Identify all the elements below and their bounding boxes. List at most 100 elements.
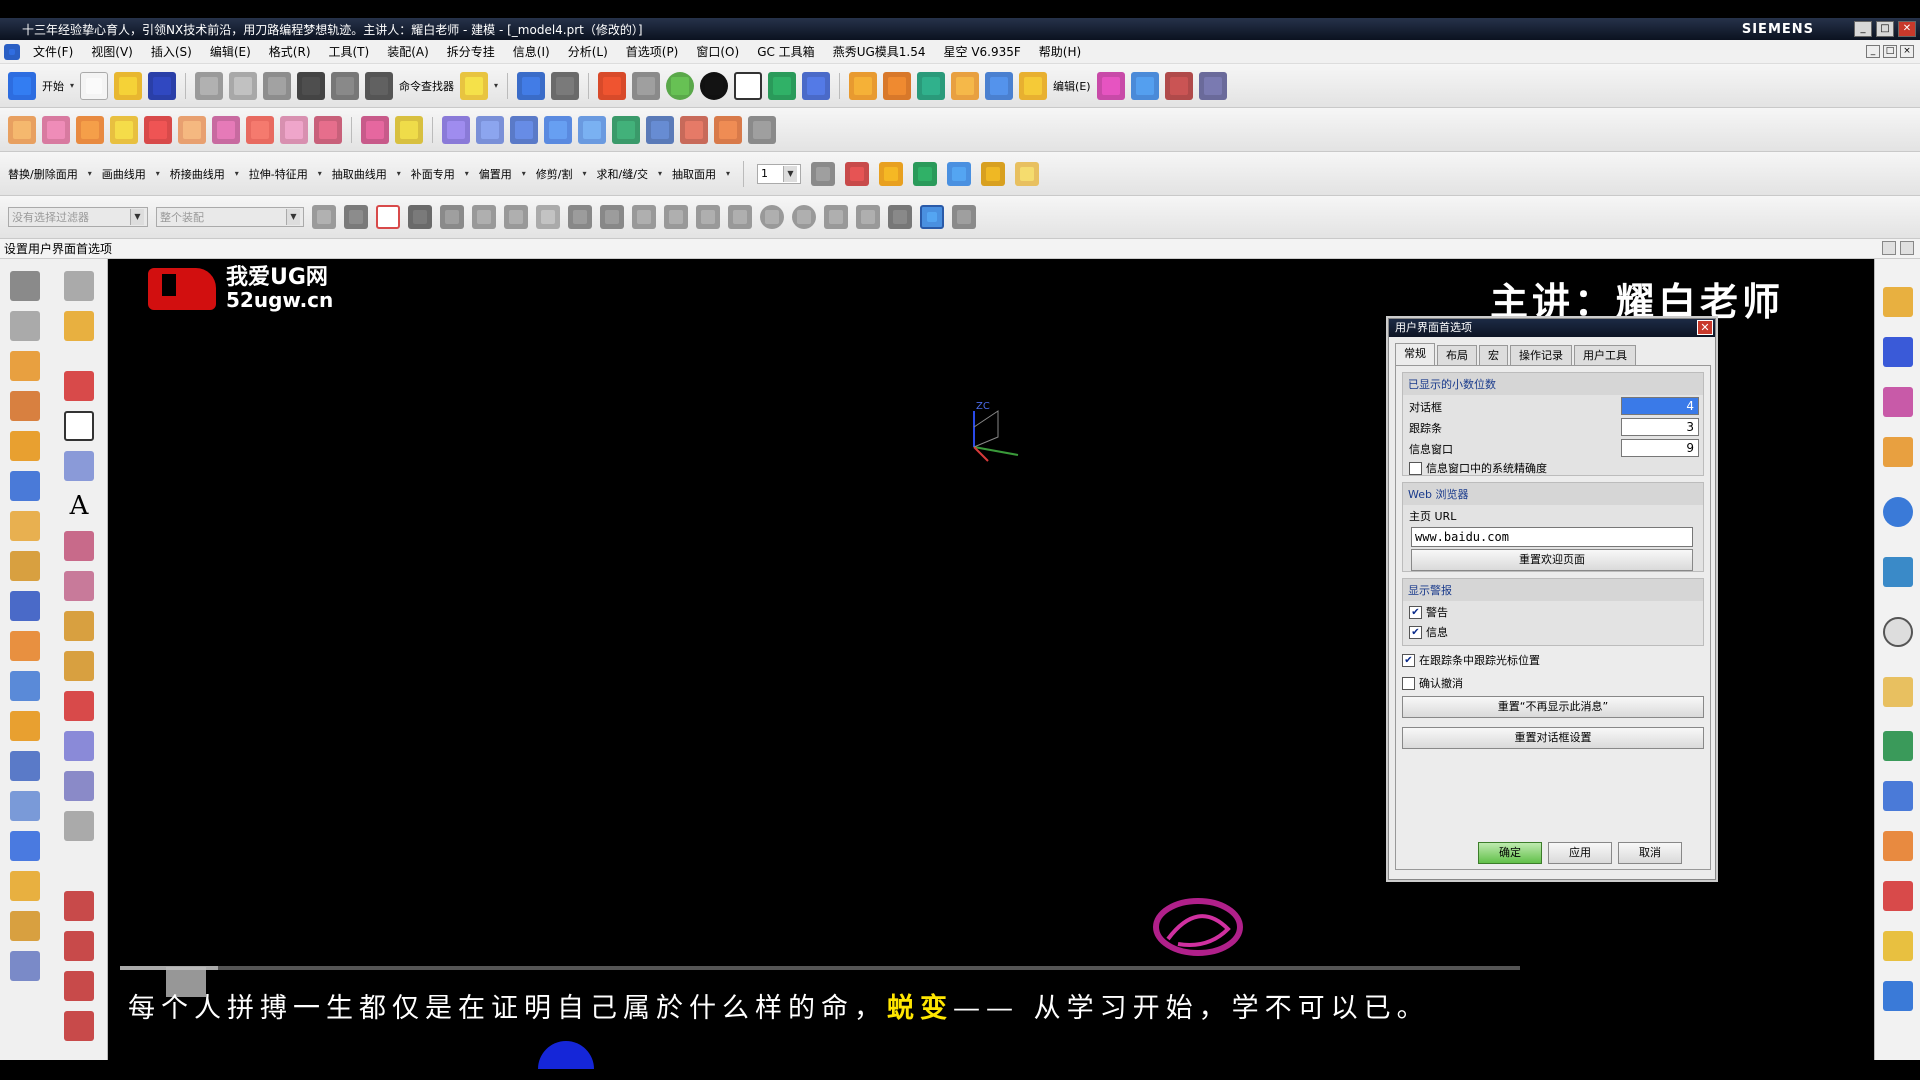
line-tool-icon[interactable] [64, 371, 94, 401]
sys-precision-row[interactable]: 信息窗口中的系统精确度 [1409, 460, 1547, 476]
fit-view-icon[interactable] [598, 71, 627, 100]
trim-menu[interactable]: 修剪/割 [536, 166, 573, 182]
sketch-icon[interactable] [10, 271, 40, 301]
info-row[interactable]: ✔ 信息 [1409, 624, 1448, 640]
reset-welcome-page-button[interactable]: 重置欢迎页面 [1411, 549, 1693, 571]
line-icon[interactable] [632, 205, 656, 229]
wcs-icon[interactable] [879, 161, 903, 186]
tab-macro[interactable]: 宏 [1479, 345, 1508, 365]
assembly-navigator-icon[interactable] [1883, 287, 1913, 317]
axis-icon[interactable] [802, 71, 831, 100]
midpoint-icon[interactable] [600, 205, 624, 229]
confirm-undo-checkbox[interactable] [1402, 676, 1415, 690]
control-point-icon[interactable] [664, 205, 688, 229]
angle-icon[interactable] [1015, 161, 1039, 186]
point-icon[interactable] [472, 205, 496, 229]
unite-icon[interactable] [280, 115, 308, 144]
book-icon[interactable] [10, 391, 40, 421]
component-icon[interactable] [917, 71, 946, 100]
pan-icon[interactable] [632, 71, 661, 100]
sync-icon[interactable] [517, 71, 546, 100]
save-icon[interactable] [148, 71, 177, 100]
sew-icon[interactable] [714, 115, 742, 144]
through-curves-icon[interactable] [544, 115, 572, 144]
project-curve-icon[interactable] [64, 691, 94, 721]
info-decimals-input[interactable]: 9 [1621, 439, 1699, 457]
undo-icon[interactable] [297, 71, 326, 100]
warning-row[interactable]: ✔ 警告 [1409, 604, 1448, 620]
orient-view-icon[interactable] [768, 71, 797, 100]
hexagon-icon[interactable] [64, 571, 94, 601]
start-label[interactable]: 开始 [42, 78, 64, 94]
extract-curve-icon[interactable] [64, 811, 94, 841]
cue-restore-icon[interactable] [1882, 241, 1896, 255]
menu-format[interactable]: 格式(R) [260, 43, 320, 60]
edit-label[interactable]: 编辑(E) [1053, 78, 1091, 94]
color-palette-icon[interactable] [1883, 731, 1913, 761]
intersection-icon[interactable] [504, 205, 528, 229]
split-curve-icon[interactable] [64, 931, 94, 961]
subtract-icon[interactable] [314, 115, 342, 144]
menu-view[interactable]: 视图(V) [82, 43, 142, 60]
hole-icon[interactable] [76, 115, 104, 144]
info-checkbox[interactable]: ✔ [1409, 625, 1422, 639]
n-sided-icon[interactable] [646, 115, 674, 144]
revolve-icon[interactable] [10, 431, 40, 461]
solid-icon[interactable] [1019, 71, 1048, 100]
extract-face-menu[interactable]: 抽取面用 [672, 166, 716, 182]
offset-face-icon[interactable] [361, 115, 389, 144]
arc-icon[interactable] [696, 205, 720, 229]
menu-help[interactable]: 帮助(H) [1030, 43, 1090, 60]
system-materials-icon[interactable] [1883, 931, 1913, 961]
dialog-decimals-input[interactable]: 4 [1621, 397, 1699, 415]
extract-curve-menu[interactable]: 抽取曲线用 [332, 166, 387, 182]
mdi-restore-button[interactable]: □ [1883, 45, 1897, 58]
point-on-curve-icon[interactable] [856, 205, 880, 229]
bridge-curve-menu[interactable]: 桥接曲线用 [170, 166, 225, 182]
menu-tools[interactable]: 工具(T) [320, 43, 379, 60]
move-face-icon[interactable] [395, 115, 423, 144]
datum-plane-icon[interactable] [442, 115, 470, 144]
extrude-icon[interactable] [8, 115, 36, 144]
mdi-minimize-button[interactable]: _ [1866, 45, 1880, 58]
cancel-button[interactable]: 取消 [1618, 842, 1682, 864]
quadrant-icon[interactable] [792, 205, 816, 229]
spline-icon[interactable] [64, 651, 94, 681]
trim-icon[interactable] [1164, 71, 1193, 100]
history-clock-icon[interactable] [1883, 617, 1913, 647]
extrude-icon[interactable] [10, 351, 40, 381]
tracking-decimals-input[interactable]: 3 [1621, 418, 1699, 436]
blend-icon[interactable] [212, 115, 240, 144]
measure-icon[interactable] [947, 161, 971, 186]
menu-info[interactable]: 信息(I) [504, 43, 559, 60]
polygon-icon[interactable] [64, 531, 94, 561]
face-icon[interactable] [888, 205, 912, 229]
layer-settings-icon[interactable] [811, 161, 835, 186]
mirror-icon[interactable] [10, 951, 40, 981]
minimize-button[interactable]: _ [1854, 21, 1872, 37]
arc-center-icon[interactable] [760, 205, 784, 229]
rect-select-icon[interactable] [536, 205, 560, 229]
stack-icon[interactable] [10, 911, 40, 941]
endpoint-icon[interactable] [568, 205, 592, 229]
menu-window[interactable]: 窗口(O) [687, 43, 748, 60]
background-icon[interactable] [734, 71, 763, 100]
offset-curve-icon[interactable] [64, 611, 94, 641]
menu-gc-toolkit[interactable]: GC 工具箱 [748, 43, 824, 60]
play-icon[interactable] [913, 161, 937, 186]
surface-icon[interactable] [1130, 71, 1159, 100]
cut-icon[interactable] [195, 71, 224, 100]
tangent-icon[interactable] [728, 205, 752, 229]
mdi-close-button[interactable]: × [1900, 45, 1914, 58]
close-button[interactable]: ✕ [1898, 21, 1916, 37]
existing-point-icon[interactable] [824, 205, 848, 229]
menu-xingkong[interactable]: 星空 V6.935F [935, 43, 1030, 60]
open-folder-icon[interactable] [114, 71, 143, 100]
reuse-library-icon[interactable] [1883, 437, 1913, 467]
chevron-down-icon[interactable]: ▼ [286, 209, 300, 225]
rib-icon[interactable] [10, 671, 40, 701]
video-progress-bar[interactable] [120, 966, 1520, 970]
mesh-icon[interactable] [476, 115, 504, 144]
sphere-icon[interactable] [666, 71, 695, 100]
trim-curve-icon[interactable] [64, 271, 94, 301]
